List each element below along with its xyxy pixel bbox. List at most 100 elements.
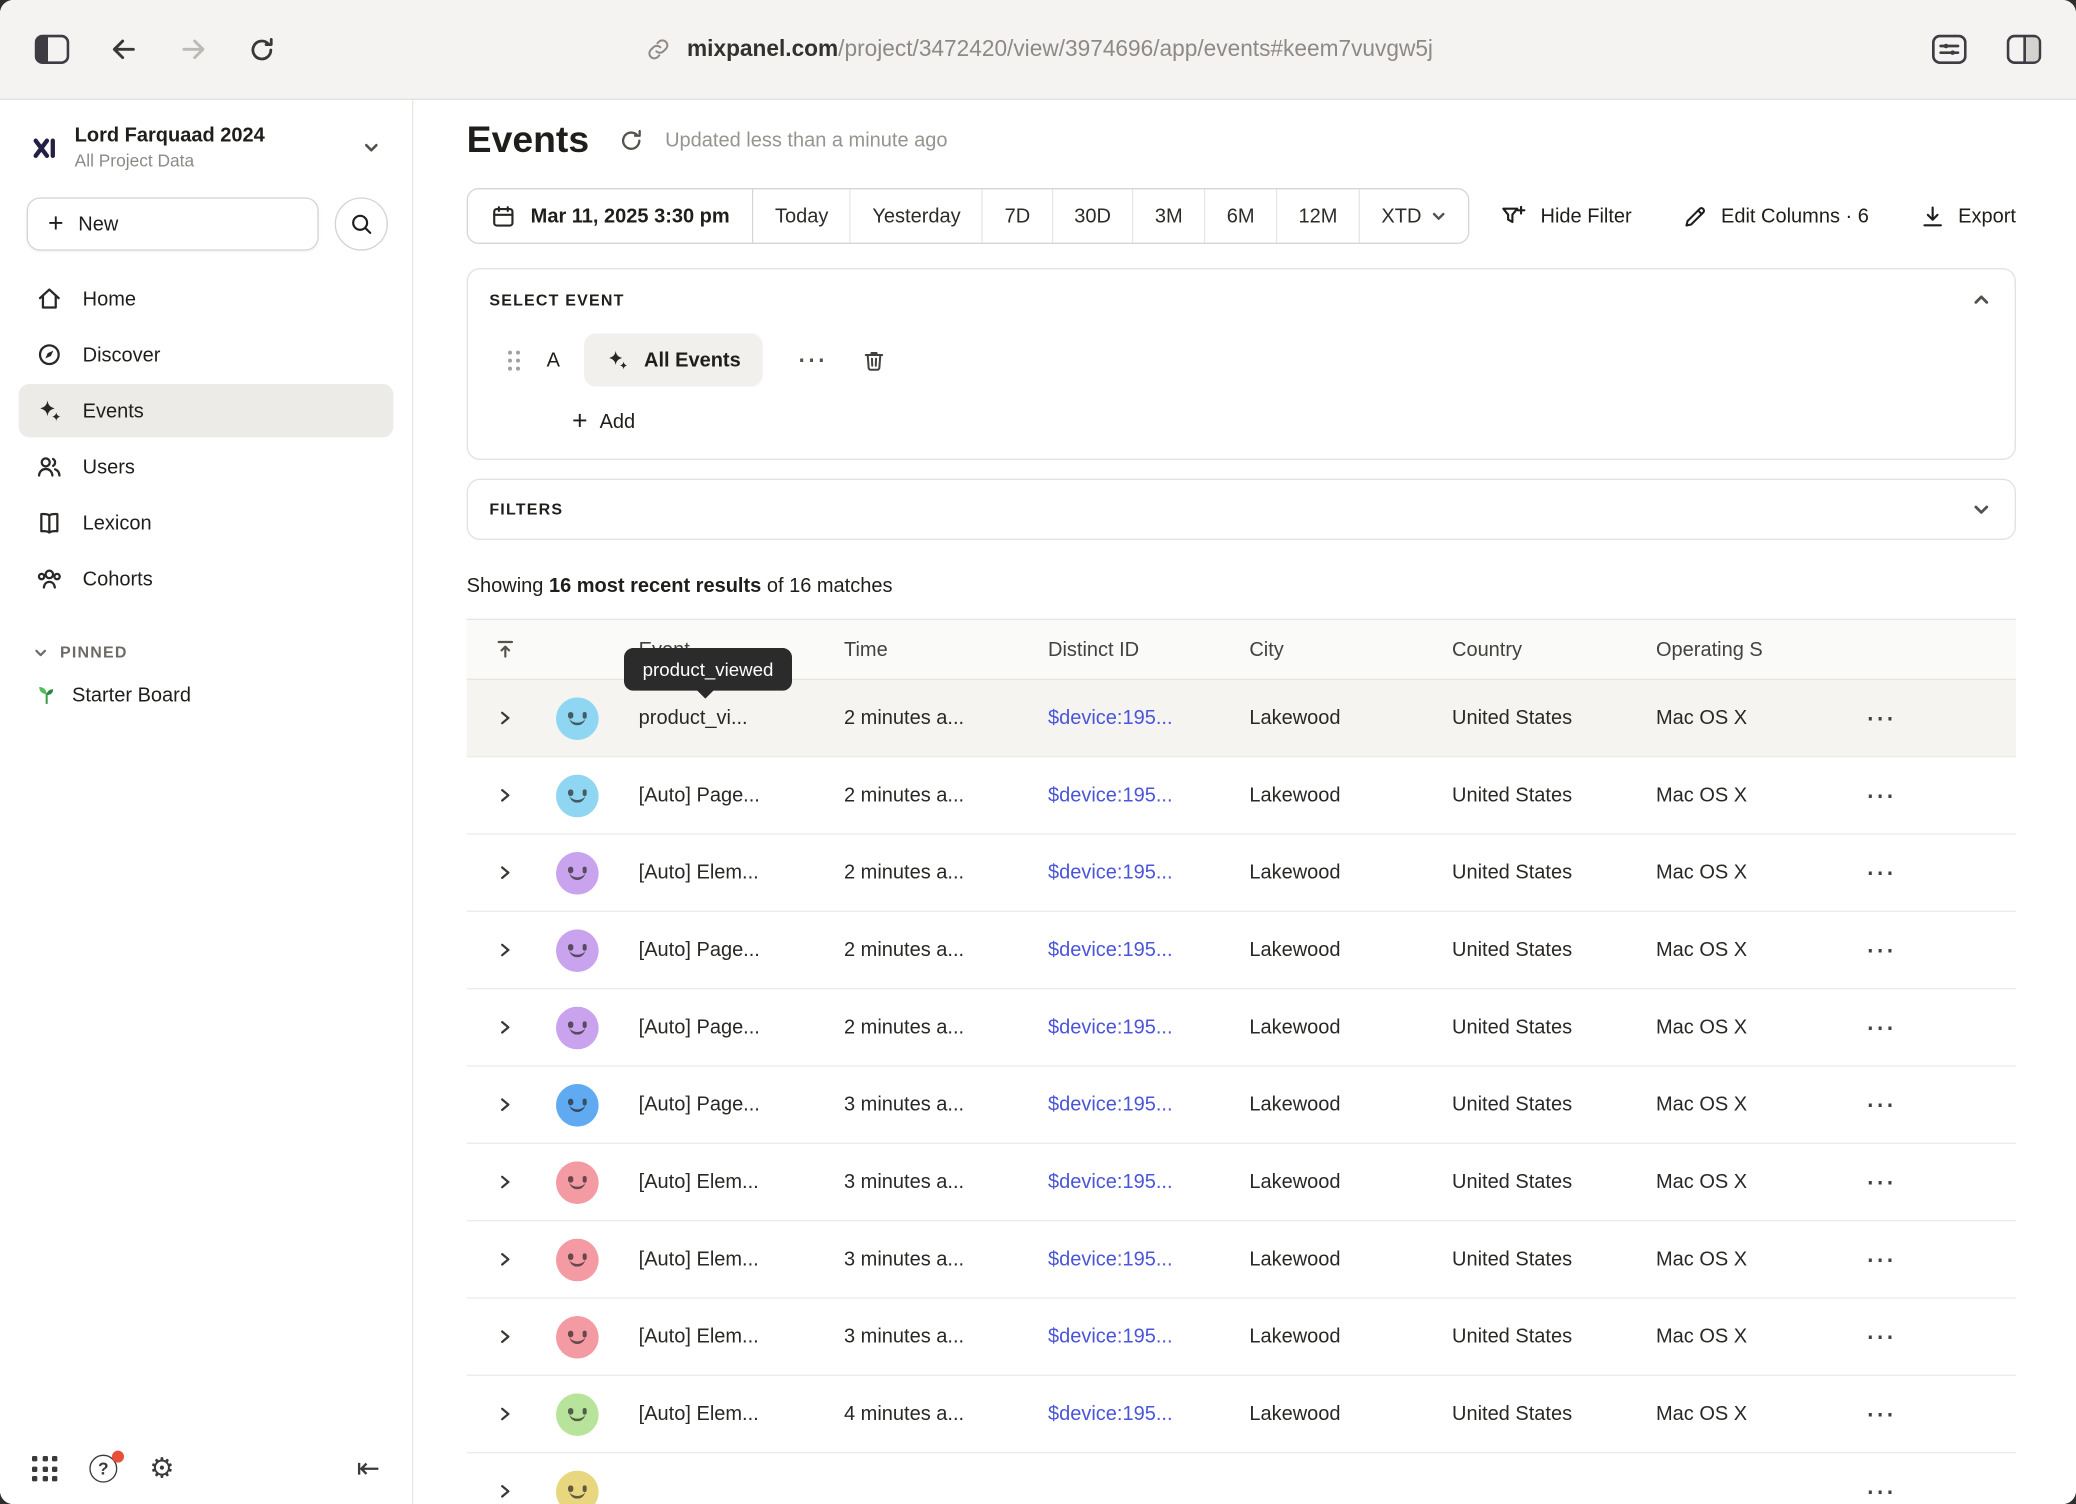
column-header-city[interactable]: City [1236,638,1439,661]
row-expand-chevron-icon[interactable] [496,941,513,958]
edit-columns-button[interactable]: Edit Columns · 6 [1682,203,1868,228]
row-expand-chevron-icon[interactable] [496,864,513,881]
range-today[interactable]: Today [754,189,851,242]
table-row[interactable]: [Auto] Elem... 3 minutes a... $device:19… [467,1299,2016,1376]
row-more-icon[interactable]: ⋯ [1847,1167,2016,1196]
page-tools-icon[interactable] [1932,35,1967,64]
trash-icon[interactable] [861,347,886,372]
notification-dot [112,1451,124,1463]
row-more-icon[interactable]: ⋯ [1847,1245,2016,1274]
row-more-icon[interactable]: ⋯ [1847,1399,2016,1428]
table-row[interactable]: [Auto] Elem... 3 minutes a... $device:19… [467,1144,2016,1221]
row-expand-chevron-icon[interactable] [496,1019,513,1036]
page-title: Events [467,119,589,162]
help-icon[interactable]: ? [89,1455,117,1483]
table-row[interactable]: [Auto] Page... 3 minutes a... $device:19… [467,1067,2016,1144]
apps-grid-icon[interactable] [32,1456,57,1481]
sidebar-item-label: Events [83,399,144,422]
distinct-id-link[interactable]: $device:195... [1035,1248,1236,1271]
sidebar-item-discover[interactable]: Discover [19,328,394,381]
event-name: [Auto] Page... [639,784,760,807]
row-more-icon[interactable]: ⋯ [1847,1090,2016,1119]
table-row[interactable]: [Auto] Elem... 4 minutes a... $device:19… [467,1376,2016,1453]
distinct-id-link[interactable]: $device:195... [1035,861,1236,884]
column-header-country[interactable]: Country [1439,638,1643,661]
range-xtd[interactable]: XTD [1360,189,1468,242]
table-row[interactable]: [Auto] Page... 2 minutes a... $device:19… [467,989,2016,1066]
range-7d[interactable]: 7D [983,189,1053,242]
url-bar[interactable]: mixpanel.com/project/3472420/view/397469… [643,35,1433,64]
events-sparkle-icon [35,396,64,425]
event-more-button[interactable]: ⋯ [797,345,826,374]
column-header-time[interactable]: Time [831,638,1035,661]
range-3m[interactable]: 3M [1134,189,1206,242]
distinct-id-link[interactable]: $device:195... [1035,1093,1236,1116]
hide-filter-button[interactable]: Hide Filter [1501,203,1632,230]
pinned-section-header[interactable]: PINNED [0,643,412,662]
forward-icon[interactable] [179,36,208,63]
expand-all-icon[interactable] [467,639,543,660]
event-selector-chip[interactable]: All Events [584,333,762,386]
expand-section-chevron-down-icon[interactable] [1972,500,1991,519]
distinct-id-link[interactable]: $device:195... [1035,1016,1236,1039]
export-button[interactable]: Export [1920,203,2016,228]
sidebar-item-home[interactable]: Home [19,272,394,325]
table-row[interactable]: [Auto] Page... 2 minutes a... $device:19… [467,757,2016,834]
row-expand-chevron-icon[interactable] [496,709,513,726]
row-expand-chevron-icon[interactable] [496,1328,513,1345]
distinct-id-link[interactable]: $device:195... [1035,1403,1236,1426]
row-more-icon[interactable]: ⋯ [1847,1013,2016,1042]
project-switcher[interactable]: Lord Farquaad 2024 All Project Data [0,100,412,181]
row-expand-chevron-icon[interactable] [496,1251,513,1268]
row-more-icon[interactable]: ⋯ [1847,935,2016,964]
filter-plus-icon [1501,203,1528,230]
sidebar-item-users[interactable]: Users [19,440,394,493]
distinct-id-link[interactable]: $device:195... [1035,1171,1236,1194]
country-cell: United States [1439,1325,1643,1348]
row-more-icon[interactable]: ⋯ [1847,1322,2016,1351]
sidebar-item-events[interactable]: Events [19,384,394,437]
table-row[interactable]: [Auto] Elem... 2 minutes a... $device:19… [467,835,2016,912]
row-avatar [556,929,599,972]
row-more-icon[interactable]: ⋯ [1847,1477,2016,1504]
sidebar-toggle-icon[interactable] [35,35,70,64]
range-6m[interactable]: 6M [1205,189,1277,242]
table-row[interactable]: ⋯ [467,1453,2016,1504]
refresh-icon[interactable] [618,127,643,152]
distinct-id-link[interactable]: $device:195... [1035,784,1236,807]
collapse-sidebar-icon[interactable]: ⇤ [357,1455,380,1483]
distinct-id-link[interactable]: $device:195... [1035,707,1236,730]
sidebar-item-lexicon[interactable]: Lexicon [19,496,394,549]
settings-gear-icon[interactable]: ⚙ [149,1455,174,1483]
distinct-id-link[interactable]: $device:195... [1035,1325,1236,1348]
row-expand-chevron-icon[interactable] [496,1483,513,1500]
range-yesterday[interactable]: Yesterday [851,189,983,242]
collapse-section-chevron-up-icon[interactable] [1972,291,1991,310]
new-button[interactable]: + New [27,197,319,250]
distinct-id-link[interactable]: $device:195... [1035,939,1236,962]
range-12m[interactable]: 12M [1277,189,1360,242]
table-row[interactable]: [Auto] Elem... 3 minutes a... $device:19… [467,1221,2016,1298]
row-more-icon[interactable]: ⋯ [1847,781,2016,810]
row-expand-chevron-icon[interactable] [496,1405,513,1422]
back-icon[interactable] [109,36,138,63]
sidebar-item-cohorts[interactable]: Cohorts [19,552,394,605]
row-expand-chevron-icon[interactable] [496,787,513,804]
split-view-icon[interactable] [2007,35,2042,64]
row-more-icon[interactable]: ⋯ [1847,858,2016,887]
row-more-icon[interactable]: ⋯ [1847,703,2016,732]
column-header-distinct-id[interactable]: Distinct ID [1035,638,1236,661]
add-event-button[interactable]: + Add [572,408,635,435]
row-expand-chevron-icon[interactable] [496,1173,513,1190]
date-picker-button[interactable]: Mar 11, 2025 3:30 pm [468,189,754,242]
row-expand-chevron-icon[interactable] [496,1096,513,1113]
column-header-os[interactable]: Operating S [1643,638,1847,661]
search-button[interactable] [335,197,388,250]
pinned-item-starter-board[interactable]: Starter Board [0,683,412,707]
table-row[interactable]: [Auto] Page... 2 minutes a... $device:19… [467,912,2016,989]
time-cell: 4 minutes a... [831,1403,1035,1426]
reload-icon[interactable] [248,35,276,63]
drag-handle-icon[interactable] [508,350,520,370]
range-30d[interactable]: 30D [1053,189,1134,242]
time-cell: 3 minutes a... [831,1248,1035,1271]
